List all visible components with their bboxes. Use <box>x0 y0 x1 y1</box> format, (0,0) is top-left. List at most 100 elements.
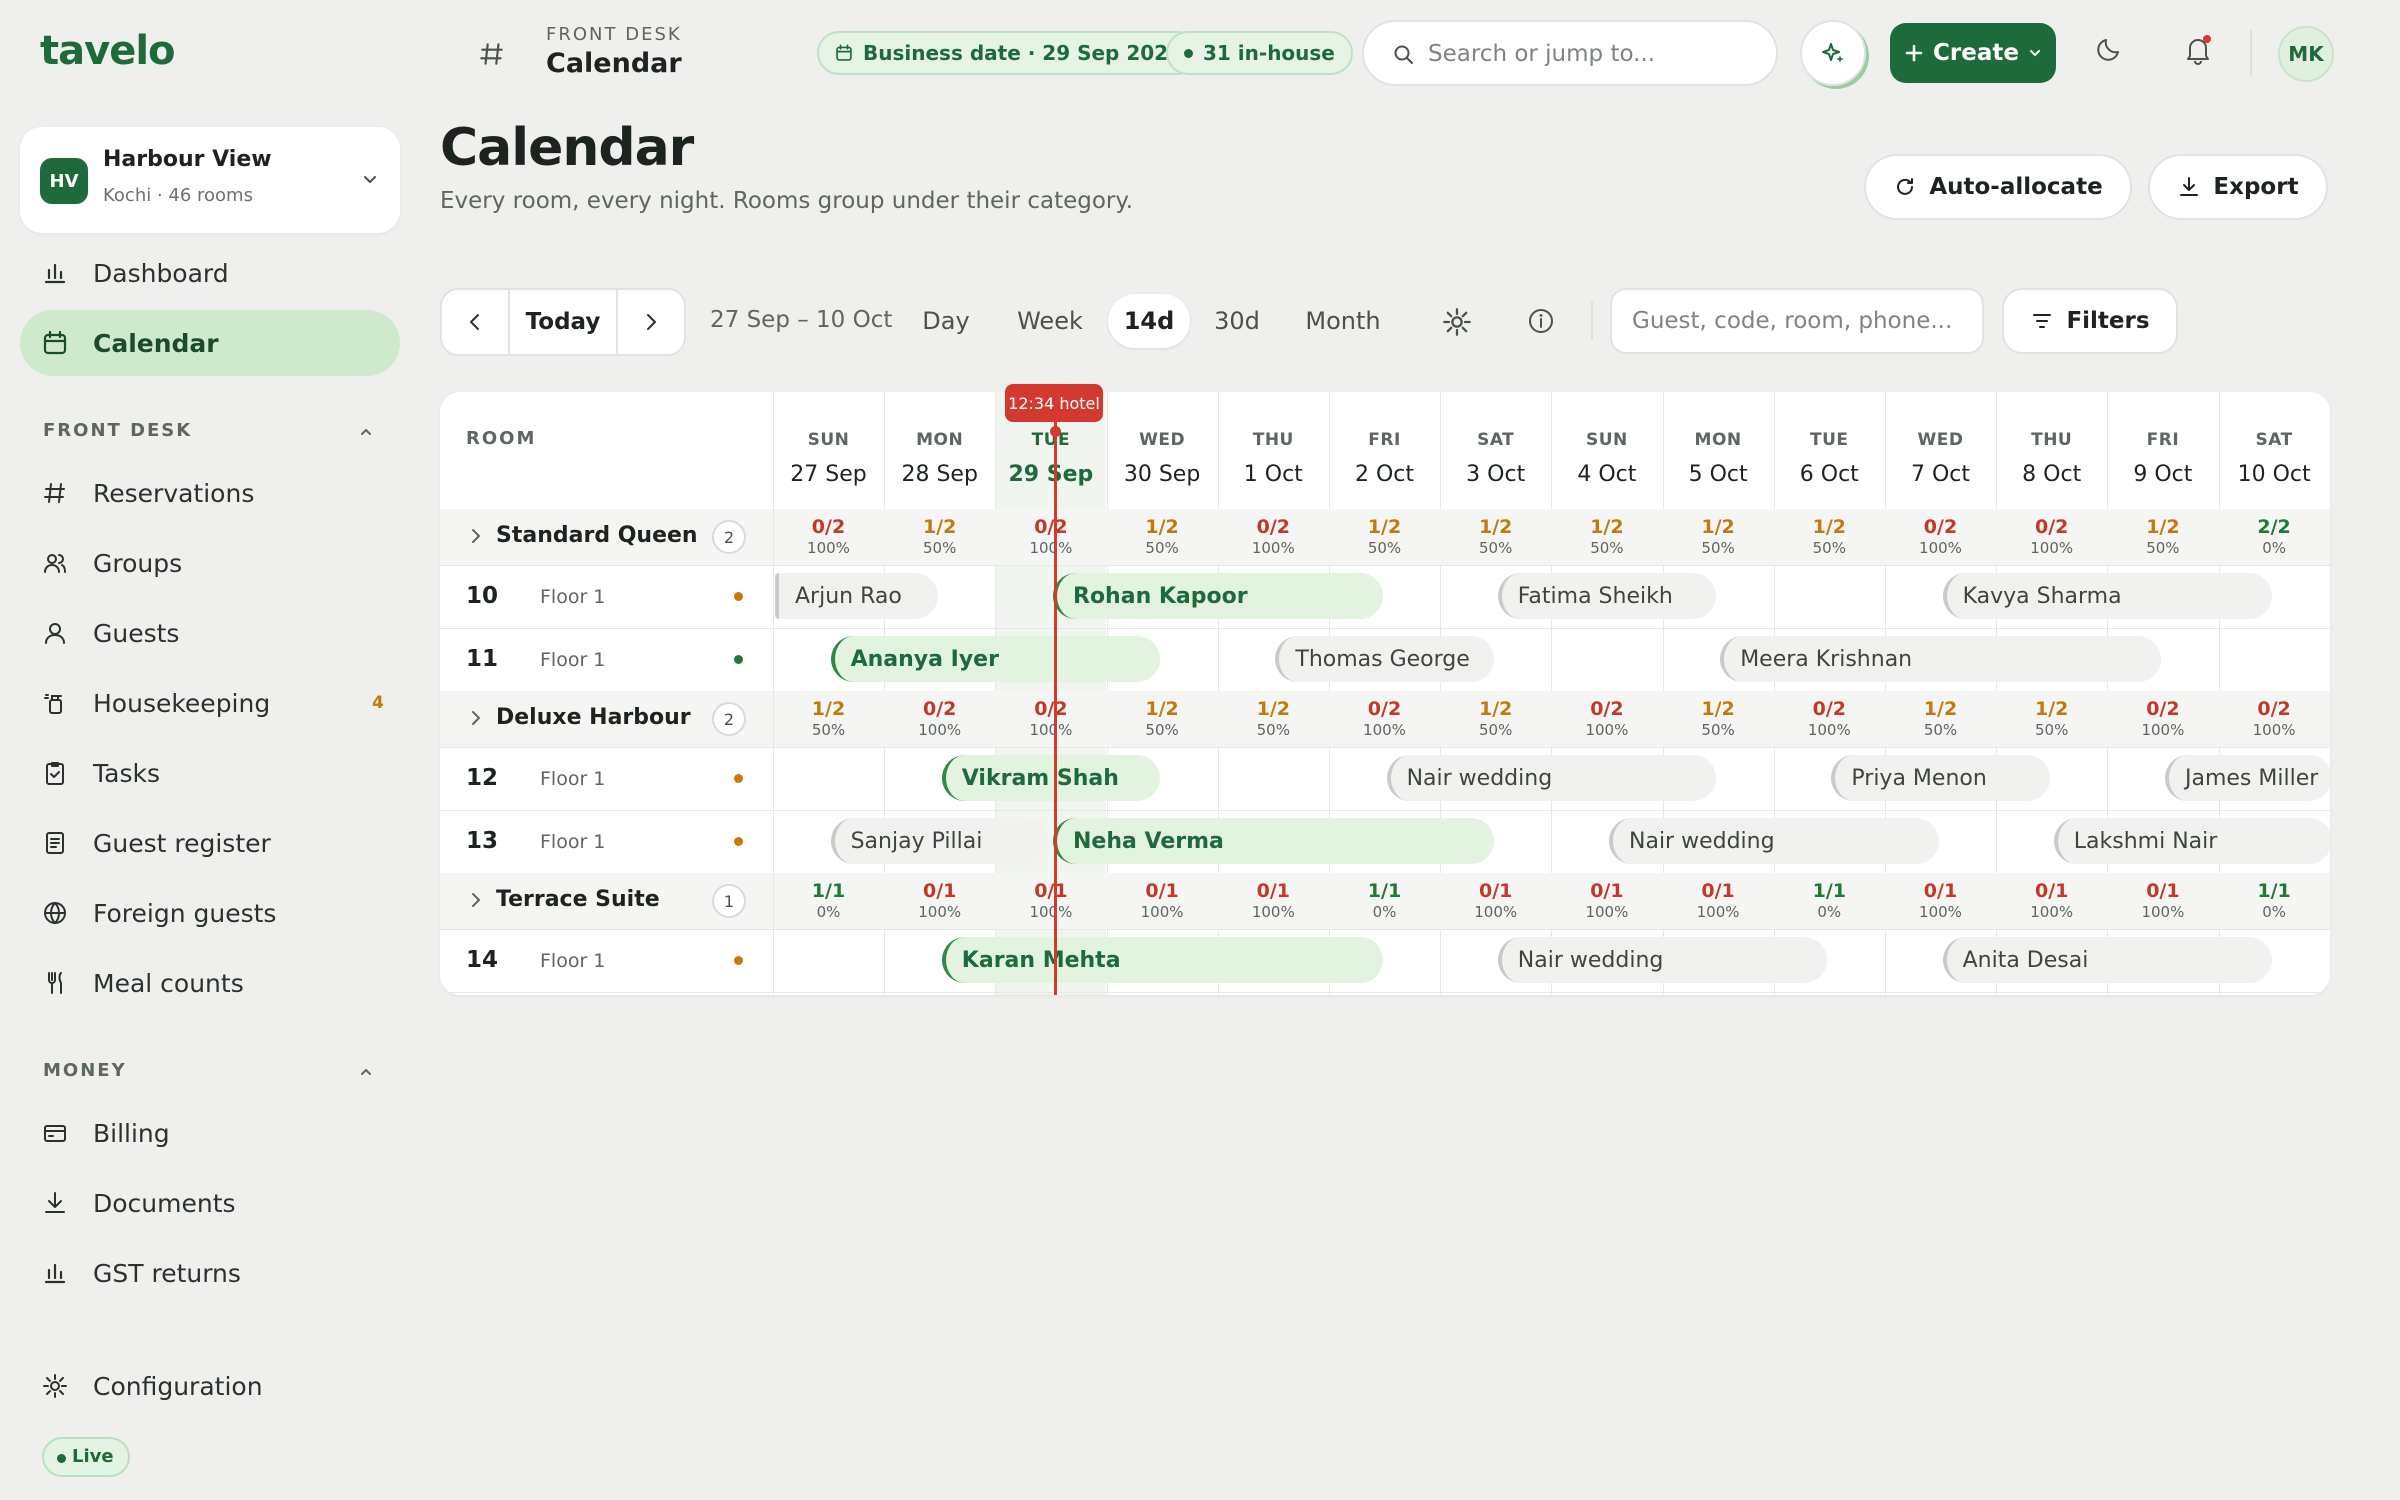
occupancy-percent: 100% <box>2141 903 2185 921</box>
booking-bar[interactable]: Kavya Sharma <box>1942 573 2273 619</box>
availability-cell: 0/2 100% <box>2107 698 2218 739</box>
day-header[interactable]: SUN 4 Oct <box>1551 430 1662 487</box>
sidebar-item-label: Configuration <box>93 1371 263 1401</box>
sidebar-item-tasks[interactable]: Tasks <box>20 740 400 806</box>
day-header[interactable]: THU 1 Oct <box>1218 430 1329 487</box>
next-button[interactable] <box>618 290 684 354</box>
settings-icon[interactable] <box>1442 307 1472 337</box>
sidebar-item-housekeeping[interactable]: Housekeeping 4 <box>20 670 400 736</box>
tab-30d[interactable]: 30d <box>1198 294 1276 348</box>
chevron-right-icon[interactable] <box>466 526 486 546</box>
booking-bar[interactable]: Karan Mehta <box>941 937 1383 983</box>
credit-card-icon <box>42 1120 68 1146</box>
day-header[interactable]: SUN 27 Sep <box>773 430 884 487</box>
export-button[interactable]: Export <box>2148 154 2328 220</box>
room-number[interactable]: 13 <box>466 828 498 854</box>
day-header[interactable]: TUE 6 Oct <box>1774 430 1885 487</box>
filters-button[interactable]: Filters <box>2002 288 2178 354</box>
info-icon[interactable] <box>1527 307 1555 335</box>
property-avatar: HV <box>40 158 88 204</box>
sidebar-item-gst-returns[interactable]: GST returns <box>20 1240 400 1306</box>
day-header[interactable]: MON 5 Oct <box>1663 430 1774 487</box>
clipboard-icon <box>42 760 68 786</box>
global-search[interactable] <box>1362 20 1778 86</box>
booking-bar[interactable]: Priya Menon <box>1831 755 2050 801</box>
day-header[interactable]: SAT 3 Oct <box>1440 430 1551 487</box>
sidebar-item-billing[interactable]: Billing <box>20 1100 400 1166</box>
room-number[interactable]: 11 <box>466 646 498 672</box>
chevron-right-icon[interactable] <box>466 708 486 728</box>
category-name[interactable]: Terrace Suite <box>496 887 660 912</box>
availability-cell: 1/1 0% <box>1329 880 1440 921</box>
day-header[interactable]: MON 28 Sep <box>884 430 995 487</box>
availability-cell: 0/1 100% <box>1551 880 1662 921</box>
sidebar-item-guests[interactable]: Guests <box>20 600 400 666</box>
booking-bar[interactable]: Meera Krishnan <box>1720 636 2161 682</box>
business-date-badge[interactable]: Business date · 29 Sep 2026 <box>817 31 1200 75</box>
day-header[interactable]: WED 30 Sep <box>1107 430 1218 487</box>
chevron-right-icon[interactable] <box>466 890 486 910</box>
chevron-up-icon[interactable] <box>358 424 374 440</box>
tab-week[interactable]: Week <box>1006 294 1094 348</box>
bell-icon[interactable] <box>2182 34 2214 66</box>
booking-bar[interactable]: Nair wedding <box>1497 937 1828 983</box>
booking-bar[interactable]: James Miller <box>2165 755 2330 801</box>
sidebar-item-groups[interactable]: Groups <box>20 530 400 596</box>
booking-bar[interactable]: Arjun Rao <box>775 573 938 619</box>
sidebar-item-foreign-guests[interactable]: Foreign guests <box>20 880 400 946</box>
booking-bar[interactable]: Lakshmi Nair <box>2053 818 2330 864</box>
tab-month[interactable]: Month <box>1296 294 1390 348</box>
day-header[interactable]: FRI 2 Oct <box>1329 430 1440 487</box>
sidebar-item-calendar[interactable]: Calendar <box>20 310 400 376</box>
availability-cell: 1/2 50% <box>884 516 995 557</box>
sidebar-item-guest-register[interactable]: Guest register <box>20 810 400 876</box>
booking-bar[interactable]: Ananya Iyer <box>830 636 1161 682</box>
booking-bar[interactable]: Neha Verma <box>1053 818 1494 864</box>
booking-bar[interactable]: Nair wedding <box>1609 818 1939 864</box>
room-floor: Floor 1 <box>540 649 606 671</box>
moon-icon[interactable] <box>2094 34 2124 64</box>
booking-bar[interactable]: Anita Desai <box>1942 937 2273 983</box>
brand-logo[interactable]: tavelo <box>40 28 176 74</box>
sidebar-item-configuration[interactable]: Configuration <box>20 1353 400 1419</box>
room-number[interactable]: 12 <box>466 765 498 791</box>
room-number[interactable]: 10 <box>466 583 498 609</box>
rooms-available: 0/1 <box>1145 880 1179 902</box>
chevron-up-icon[interactable] <box>358 1064 374 1080</box>
sidebar-item-meal-counts[interactable]: Meal counts <box>20 950 400 1016</box>
day-header[interactable]: FRI 9 Oct <box>2107 430 2218 487</box>
row-divider <box>440 929 2330 930</box>
user-avatar[interactable]: MK <box>2278 26 2334 82</box>
category-name[interactable]: Standard Queen <box>496 523 698 548</box>
booking-bar[interactable]: Thomas George <box>1275 636 1494 682</box>
create-button[interactable]: Create <box>1890 23 2056 83</box>
tab-14d[interactable]: 14d <box>1108 294 1190 348</box>
today-button[interactable]: Today <box>510 290 616 354</box>
booking-bar[interactable]: Sanjay Pillai <box>830 818 1049 864</box>
tab-day[interactable]: Day <box>906 294 986 348</box>
previous-button[interactable] <box>442 290 508 354</box>
in-house-badge[interactable]: 31 in-house <box>1166 31 1353 75</box>
global-search-input[interactable] <box>1428 36 1758 72</box>
sidebar-item-dashboard[interactable]: Dashboard <box>20 240 400 306</box>
rooms-available: 0/2 <box>1256 516 1290 538</box>
auto-allocate-button[interactable]: Auto-allocate <box>1864 154 2132 220</box>
day-header[interactable]: THU 8 Oct <box>1996 430 2107 487</box>
ai-assistant-button[interactable] <box>1800 20 1866 86</box>
day-header[interactable]: WED 7 Oct <box>1885 430 1996 487</box>
room-number[interactable]: 14 <box>466 947 498 973</box>
day-date: 1 Oct <box>1243 462 1303 487</box>
property-switcher[interactable]: HV Harbour View Kochi · 46 rooms <box>20 127 400 233</box>
booking-bar[interactable]: Fatima Sheikh <box>1497 573 1717 619</box>
day-header[interactable]: SAT 10 Oct <box>2219 430 2330 487</box>
booking-bar[interactable]: Rohan Kapoor <box>1053 573 1383 619</box>
booking-bar[interactable]: Nair wedding <box>1386 755 1717 801</box>
sidebar-item-reservations[interactable]: Reservations <box>20 460 400 526</box>
calendar-filter-input[interactable] <box>1610 288 1984 354</box>
room-floor: Floor 1 <box>540 831 606 853</box>
sidebar-item-documents[interactable]: Documents <box>20 1170 400 1236</box>
category-name[interactable]: Deluxe Harbour <box>496 705 691 730</box>
date-range-label: 27 Sep – 10 Oct <box>710 307 893 333</box>
day-header[interactable]: TUE 29 Sep <box>995 430 1106 487</box>
booking-bar[interactable]: Vikram Shah <box>941 755 1161 801</box>
